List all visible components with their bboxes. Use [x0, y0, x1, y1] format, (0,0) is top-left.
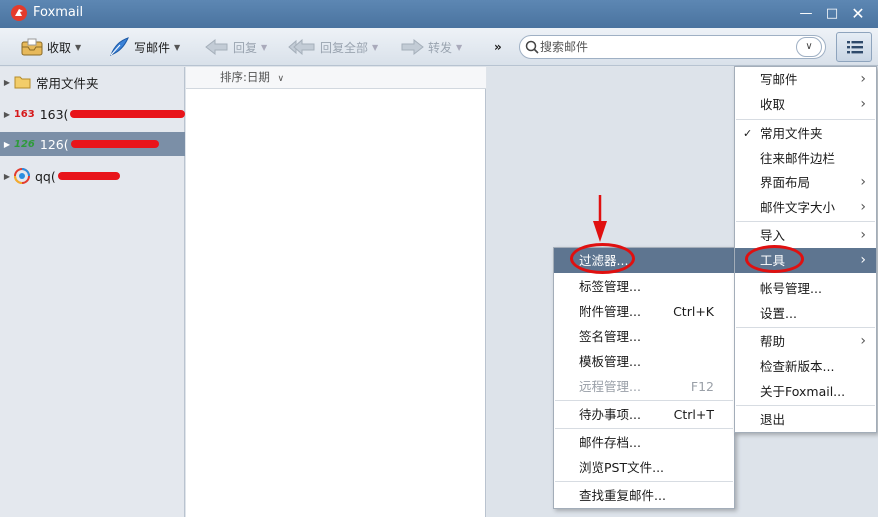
maximize-icon[interactable]: □ [823, 5, 841, 23]
menu-item-todo[interactable]: 待办事项... Ctrl+T [554, 402, 734, 427]
menu-item-import[interactable]: 导入 › [735, 223, 876, 248]
annotation-circle-tools [745, 245, 804, 273]
annotation-arrow-icon [593, 195, 607, 242]
chevron-down-icon[interactable]: ▼ [174, 43, 180, 52]
chevron-right-icon: › [860, 71, 866, 87]
checkmark-icon: ✓ [743, 127, 753, 140]
chevron-right-icon: › [860, 96, 866, 112]
reply-button[interactable]: 回复 ▼ [205, 28, 267, 66]
reply-label: 回复 [233, 40, 258, 55]
chevron-right-icon: › [860, 199, 866, 215]
chevron-right-icon: › [860, 333, 866, 349]
menu-item-contact-sidebar[interactable]: 往来邮件边栏 [735, 146, 876, 171]
menu-item-about[interactable]: 关于Foxmail... [735, 379, 876, 404]
folder-common[interactable]: ▶ 常用文件夹 [0, 70, 185, 94]
reply-arrow-icon [205, 39, 228, 55]
redaction-mark [57, 172, 120, 180]
menu-item-layout[interactable]: 界面布局 › [735, 170, 876, 195]
sort-header[interactable]: 排序:日期 ∨ [186, 67, 486, 89]
account-label: 126( [39, 136, 69, 152]
inbox-icon [21, 38, 43, 56]
menu-item-remote-manager[interactable]: 远程管理... F12 [554, 374, 734, 399]
app-title: Foxmail [33, 5, 84, 20]
menu-item-exit[interactable]: 退出 [735, 407, 876, 432]
menu-item-common-folders[interactable]: ✓ 常用文件夹 [735, 121, 876, 146]
receive-button[interactable]: 收取 ▼ [21, 28, 81, 66]
menu-item-template-manager[interactable]: 模板管理... [554, 349, 734, 374]
sort-label: 排序:日期 [220, 70, 270, 84]
menu-separator [555, 400, 733, 401]
feather-pen-icon [110, 37, 129, 57]
menu-separator [736, 405, 875, 406]
menu-separator [736, 119, 875, 120]
menu-item-attachment-manager[interactable]: 附件管理... Ctrl+K [554, 299, 734, 324]
menu-item-find-duplicates[interactable]: 查找重复邮件... [554, 483, 734, 508]
expand-arrow-icon[interactable]: ▶ [0, 140, 14, 149]
tools-submenu: 过滤器... 标签管理... 附件管理... Ctrl+K 签名管理... 模板管… [553, 247, 735, 509]
hamburger-menu-icon [847, 41, 863, 54]
reply-all-button[interactable]: 回复全部 ▼ [288, 28, 378, 66]
main-menu-button[interactable] [836, 32, 872, 62]
menu-item-settings[interactable]: 设置... [735, 301, 876, 326]
title-bar: Foxmail — □ ✕ [0, 0, 878, 28]
menu-item-account-manager[interactable]: 帐号管理... [735, 276, 876, 301]
menu-item-mail-archive[interactable]: 邮件存档... [554, 430, 734, 455]
menu-separator [555, 481, 733, 482]
compose-button[interactable]: 写邮件 ▼ [108, 28, 180, 66]
menu-separator [736, 221, 875, 222]
chevron-right-icon: › [860, 174, 866, 190]
chevron-down-icon[interactable]: ∨ [278, 74, 285, 84]
close-icon[interactable]: ✕ [849, 5, 867, 23]
reply-all-arrow-icon [288, 39, 315, 55]
forward-label: 转发 [428, 40, 453, 55]
account-126[interactable]: ▶ 126 126( [0, 132, 185, 156]
menu-item-browse-pst[interactable]: 浏览PST文件... [554, 455, 734, 480]
menu-item-text-size[interactable]: 邮件文字大小 › [735, 195, 876, 220]
menu-item-receive[interactable]: 收取 › [735, 92, 876, 117]
expand-arrow-icon[interactable]: ▶ [0, 172, 14, 181]
folder-icon [14, 76, 31, 89]
menu-item-check-update[interactable]: 检查新版本... [735, 354, 876, 379]
chevron-right-icon: › [860, 252, 866, 268]
folder-common-label: 常用文件夹 [36, 75, 99, 91]
annotation-circle-filter [570, 243, 635, 274]
foxmail-logo-icon [11, 5, 27, 21]
receive-label: 收取 [47, 40, 72, 55]
chevron-right-icon: › [860, 227, 866, 243]
search-input[interactable] [540, 39, 790, 55]
account-label: 163( [39, 106, 69, 122]
account-163[interactable]: ▶ 163 163( [0, 102, 185, 126]
menu-item-tag-manager[interactable]: 标签管理... [554, 274, 734, 299]
expand-arrow-icon[interactable]: ▶ [0, 110, 14, 119]
menu-item-compose[interactable]: 写邮件 › [735, 67, 876, 92]
netease-163-logo-icon: 163 [13, 108, 35, 120]
more-tools-label: » [494, 40, 502, 54]
chevron-down-icon[interactable]: ▼ [75, 43, 81, 52]
mail-list-pane: 排序:日期 ∨ [186, 67, 486, 517]
forward-arrow-icon [401, 39, 424, 55]
expand-arrow-icon[interactable]: ▶ [0, 78, 14, 87]
chevron-down-icon[interactable]: ▼ [372, 43, 378, 52]
menu-item-signature-manager[interactable]: 签名管理... [554, 324, 734, 349]
menu-separator [736, 327, 875, 328]
reply-all-label: 回复全部 [320, 40, 369, 55]
redaction-mark [70, 110, 185, 118]
netease-126-logo-icon: 126 [14, 138, 35, 150]
forward-button[interactable]: 转发 ▼ [400, 28, 462, 66]
menu-separator [555, 428, 733, 429]
more-tools-button[interactable]: » [494, 28, 502, 66]
account-label: qq( [35, 168, 56, 184]
compose-label: 写邮件 [134, 40, 171, 55]
chevron-down-icon[interactable]: ▼ [261, 43, 267, 52]
folder-pane: ▶ 常用文件夹 ▶ 163 163( ▶ 126 126( ▶ qq( [0, 67, 185, 517]
qq-mail-logo-icon [14, 168, 30, 184]
account-qq[interactable]: ▶ qq( [0, 164, 185, 188]
search-icon [525, 40, 539, 54]
menu-item-help[interactable]: 帮助 › [735, 329, 876, 354]
redaction-mark [70, 140, 159, 148]
search-options-chevron-icon[interactable]: ∨ [796, 37, 822, 57]
minimize-icon[interactable]: — [797, 5, 815, 23]
chevron-down-icon[interactable]: ▼ [456, 43, 462, 52]
search-box[interactable]: ∨ [519, 35, 826, 59]
